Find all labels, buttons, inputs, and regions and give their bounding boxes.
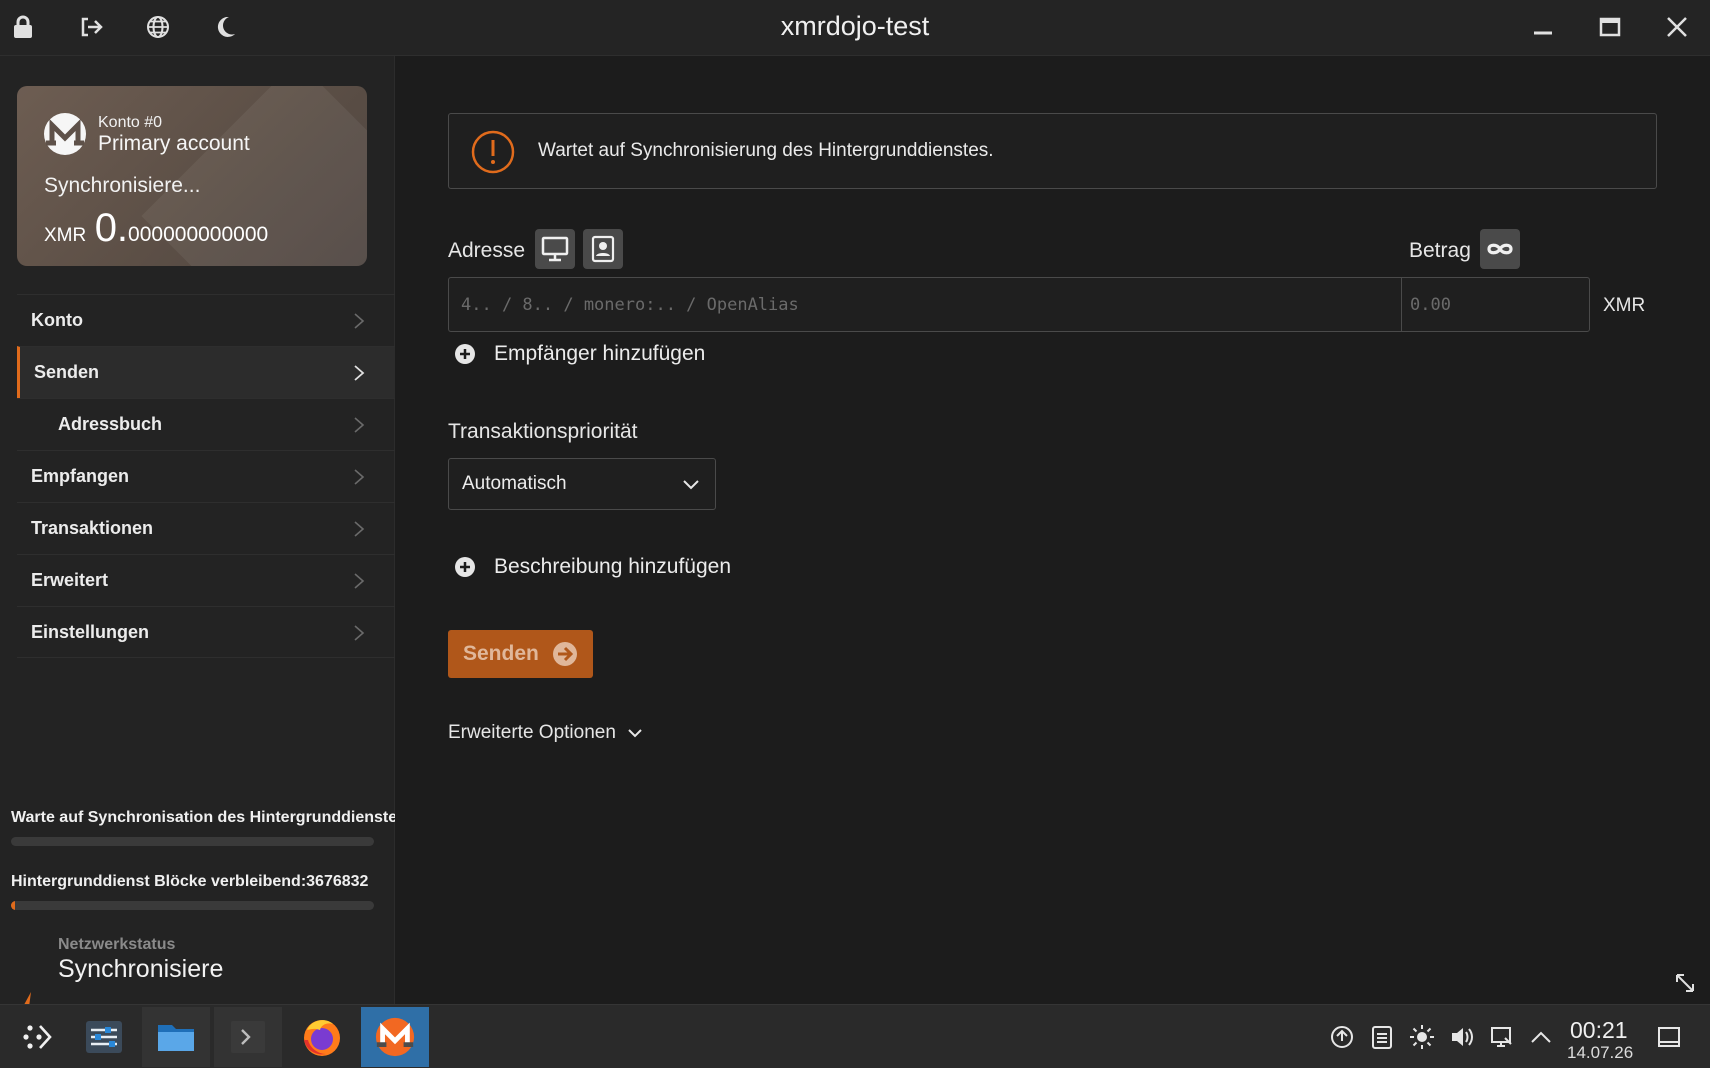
app-launcher-icon[interactable] xyxy=(3,1007,71,1067)
sidebar-item-label: Adressbuch xyxy=(58,414,163,434)
arrow-right-circle-icon xyxy=(553,642,577,666)
network-status-value: Synchronisiere xyxy=(58,955,224,983)
brightness-icon[interactable] xyxy=(1408,1023,1436,1051)
daemon-sync-progress xyxy=(11,837,374,846)
sidebar-item-label: Transaktionen xyxy=(31,518,154,538)
account-name: Primary account xyxy=(98,132,250,155)
amount-input[interactable] xyxy=(1401,277,1590,332)
priority-value: Automatisch xyxy=(462,473,567,494)
network-icon[interactable] xyxy=(1488,1023,1516,1051)
globe-icon[interactable] xyxy=(143,12,173,42)
volume-icon[interactable] xyxy=(1448,1023,1476,1051)
add-recipient-label: Empfänger hinzufügen xyxy=(494,342,706,365)
window-title: xmrdojo-test xyxy=(780,11,930,41)
chevron-right-icon xyxy=(354,417,365,433)
send-all-button[interactable] xyxy=(1480,229,1520,269)
address-book-icon xyxy=(591,235,615,263)
chevron-right-icon xyxy=(354,573,365,589)
file-manager-icon[interactable] xyxy=(142,1007,210,1067)
firefox-icon[interactable] xyxy=(288,1007,356,1067)
amount-label: Betrag xyxy=(1409,239,1471,262)
monero-gui-taskbar-icon[interactable] xyxy=(361,1007,429,1067)
sidebar-item-empfangen[interactable]: Empfangen xyxy=(17,450,395,502)
moon-icon[interactable] xyxy=(210,12,240,42)
add-description-label: Beschreibung hinzufügen xyxy=(494,555,732,578)
sidebar-item-erweitert[interactable]: Erweitert xyxy=(17,554,395,606)
balance-integer: 0. xyxy=(94,206,129,250)
priority-label: Transaktionspriorität xyxy=(448,420,638,443)
minimize-icon[interactable] xyxy=(1528,12,1558,42)
send-button[interactable]: Senden xyxy=(448,630,593,678)
blocks-progress-fill xyxy=(11,901,15,910)
account-card[interactable]: Konto #0 Primary account Synchronisiere.… xyxy=(17,86,367,266)
clock-date[interactable]: 14.07.26 xyxy=(1567,1043,1633,1063)
send-button-label: Senden xyxy=(463,642,539,665)
chevron-right-icon xyxy=(354,521,365,537)
plus-circle-icon xyxy=(455,344,475,364)
advanced-options-label: Erweiterte Optionen xyxy=(448,722,616,743)
priority-select[interactable]: Automatisch xyxy=(448,458,716,510)
title-bar: xmrdojo-test xyxy=(0,0,1710,56)
daemon-sync-text: Warte auf Synchronisation des Hintergrun… xyxy=(11,809,395,826)
advanced-options-toggle[interactable]: Erweiterte Optionen xyxy=(448,722,644,744)
alert-text: Wartet auf Synchronisierung des Hintergr… xyxy=(538,140,994,161)
chevron-down-icon xyxy=(628,729,642,738)
show-desktop-icon[interactable] xyxy=(1655,1023,1683,1051)
chevron-down-icon xyxy=(683,480,699,490)
update-notifier-icon[interactable] xyxy=(1328,1023,1356,1051)
logout-icon[interactable] xyxy=(76,12,106,42)
qr-scan-button[interactable] xyxy=(535,229,575,269)
taskbar: 00:21 14.07.26 xyxy=(0,1004,1710,1068)
blocks-remaining-text: Hintergrunddienst Blöcke verbleibend:367… xyxy=(11,873,369,890)
sidebar-item-konto[interactable]: Konto xyxy=(17,294,395,346)
amount-currency: XMR xyxy=(1603,295,1646,316)
monero-logo-icon xyxy=(43,112,87,156)
sidebar: Konto #0 Primary account Synchronisiere.… xyxy=(0,56,395,1032)
add-description-button[interactable]: Beschreibung hinzufügen xyxy=(454,555,731,579)
account-number: Konto #0 xyxy=(98,114,163,131)
sidebar-item-label: Senden xyxy=(34,362,100,382)
system-settings-icon[interactable] xyxy=(70,1007,138,1067)
chevron-right-icon xyxy=(354,313,365,329)
chevron-up-icon[interactable] xyxy=(1527,1023,1555,1051)
address-book-button[interactable] xyxy=(583,229,623,269)
clock-time[interactable]: 00:21 xyxy=(1570,1017,1628,1044)
account-sync-status: Synchronisiere... xyxy=(44,174,201,197)
balance-currency: XMR xyxy=(44,225,87,246)
chevron-right-icon xyxy=(354,625,365,641)
sidebar-item-senden[interactable]: Senden xyxy=(17,346,395,398)
sidebar-item-adressbuch[interactable]: Adressbuch xyxy=(17,398,395,450)
maximize-icon[interactable] xyxy=(1595,12,1625,42)
chevron-right-icon xyxy=(354,469,365,485)
add-recipient-button[interactable]: Empfänger hinzufügen xyxy=(454,342,705,366)
terminal-icon[interactable] xyxy=(214,1007,282,1067)
address-label: Adresse xyxy=(448,239,526,262)
address-input[interactable] xyxy=(448,277,1401,332)
sidebar-item-label: Empfangen xyxy=(31,466,130,486)
sidebar-item-transaktionen[interactable]: Transaktionen xyxy=(17,502,395,554)
sync-warning-alert: Wartet auf Synchronisierung des Hintergr… xyxy=(448,113,1657,189)
network-status-label: Netzwerkstatus xyxy=(58,936,176,953)
clipboard-icon[interactable] xyxy=(1368,1023,1396,1051)
account-balance: XMR 0.000000000000 xyxy=(44,206,268,251)
sidebar-item-label: Konto xyxy=(31,310,83,330)
plus-circle-icon xyxy=(455,557,475,577)
exclamation-circle-icon xyxy=(471,130,515,174)
blocks-progress xyxy=(11,901,374,910)
lock-icon[interactable] xyxy=(8,12,38,42)
balance-fraction: 000000000000 xyxy=(128,223,269,246)
resize-icon[interactable] xyxy=(1674,972,1696,999)
infinity-icon xyxy=(1487,243,1513,255)
chevron-right-icon xyxy=(354,365,365,381)
sidebar-item-label: Einstellungen xyxy=(31,621,150,642)
sidebar-item-label: Erweitert xyxy=(31,570,109,590)
sidebar-item-einstellungen[interactable]: Einstellungen xyxy=(17,606,395,658)
monitor-icon xyxy=(541,236,569,262)
close-icon[interactable] xyxy=(1662,12,1692,42)
